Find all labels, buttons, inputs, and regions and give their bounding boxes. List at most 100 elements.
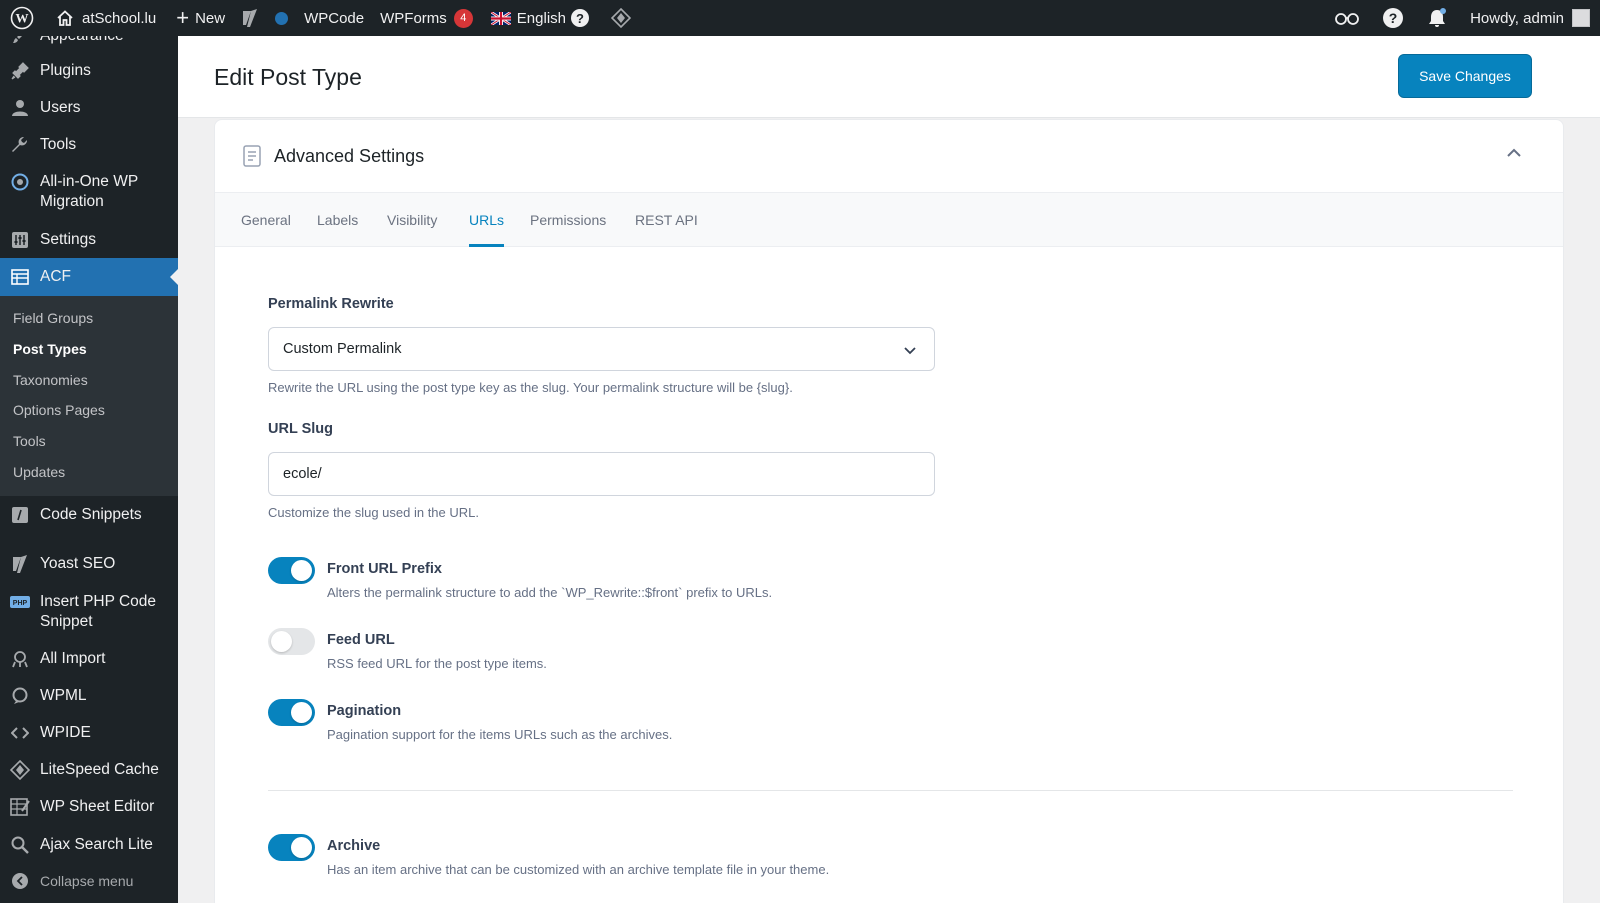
language-switcher[interactable]: English ? — [481, 0, 597, 36]
section-divider — [268, 790, 1513, 791]
sidebar-item-label: Collapse menu — [40, 873, 134, 889]
front-url-prefix-toggle[interactable] — [268, 557, 315, 584]
litespeed-icon — [10, 760, 30, 780]
wpforms-label: WPForms — [380, 9, 447, 27]
sidebar-item-label: Yoast SEO — [40, 555, 116, 572]
sidebar-item-label: WP Sheet Editor — [40, 798, 155, 815]
sidebar-item-label: Tools — [40, 136, 77, 153]
tab-urls[interactable]: URLs — [469, 193, 505, 247]
panel-title: Advanced Settings — [274, 145, 425, 166]
submenu-item-taxonomies[interactable]: Taxonomies — [13, 372, 88, 388]
sidebar-item-acf[interactable]: ACF — [0, 258, 178, 296]
page-title: Edit Post Type — [214, 64, 362, 90]
submenu-item-options-pages[interactable]: Options Pages — [13, 402, 105, 418]
tab-general[interactable]: General — [241, 193, 291, 247]
feed-url-toggle[interactable] — [268, 628, 315, 655]
feed-url-desc: RSS feed URL for the post type items. — [327, 656, 547, 671]
sidebar-item-all-import[interactable]: All Import — [0, 649, 178, 669]
sidebar-item-label: Appearance — [40, 36, 178, 46]
status-dot-icon[interactable] — [267, 0, 296, 36]
submenu-item-updates[interactable]: Updates — [13, 464, 65, 480]
yoast-adminbar-icon[interactable] — [233, 0, 267, 36]
wpcode-link[interactable]: WPCode — [296, 0, 372, 36]
settings-tabs: General Labels Visibility URLs Permissio… — [215, 192, 1563, 247]
search-icon — [10, 835, 30, 855]
feed-url-title: Feed URL — [327, 632, 395, 648]
front-url-prefix-desc: Alters the permalink structure to add th… — [327, 585, 773, 600]
panel-header[interactable]: Advanced Settings — [215, 120, 1563, 192]
sidebar-item-wpide[interactable]: WPIDE — [0, 723, 178, 743]
submenu-item-tools[interactable]: Tools — [13, 433, 46, 449]
chevron-up-icon[interactable] — [1505, 144, 1523, 167]
front-url-prefix-title: Front URL Prefix — [327, 561, 442, 577]
avatar — [1572, 9, 1590, 27]
sidebar-item-all-in-one-wp-migration[interactable]: All-in-One WP Migration — [0, 172, 178, 212]
migration-icon — [10, 172, 30, 192]
url-slug-input[interactable]: ecole/ — [268, 452, 935, 496]
acf-submenu: Field Groups Post Types Taxonomies Optio… — [0, 296, 178, 496]
toggle-knob — [291, 702, 312, 723]
new-content-link[interactable]: + New — [164, 0, 233, 36]
sidebar-item-litespeed-cache[interactable]: LiteSpeed Cache — [0, 760, 178, 780]
sidebar-item-label: WPML — [40, 687, 87, 704]
sidebar-item-ajax-search-lite[interactable]: Ajax Search Lite — [0, 835, 178, 855]
document-icon — [242, 145, 262, 167]
sidebar-item-appearance[interactable]: Appearance — [0, 36, 178, 46]
pagination-toggle[interactable] — [268, 699, 315, 726]
archive-title: Archive — [327, 838, 381, 854]
sidebar-item-label: LiteSpeed Cache — [40, 761, 159, 778]
help-icon[interactable]: ? — [1374, 0, 1418, 36]
sidebar-item-label: Code Snippets — [40, 506, 142, 523]
tab-visibility[interactable]: Visibility — [387, 193, 437, 247]
sidebar-item-label: Insert PHP Code Snippet — [40, 593, 157, 630]
wpforms-link[interactable]: WPForms 4 — [372, 0, 481, 36]
notifications-bell-icon[interactable] — [1418, 0, 1462, 36]
tab-rest-api[interactable]: REST API — [635, 193, 698, 247]
wrench-icon — [10, 135, 30, 155]
sidebar-item-yoast-seo[interactable]: Yoast SEO — [0, 554, 178, 574]
admin-bar: W atSchool.lu + New WPCode WPForms 4 Eng… — [0, 0, 1600, 36]
save-changes-button[interactable]: Save Changes — [1398, 54, 1532, 98]
code-icon — [10, 723, 30, 743]
submenu-item-post-types[interactable]: Post Types — [13, 341, 87, 357]
sidebar-item-collapse-menu[interactable]: Collapse menu — [0, 871, 178, 891]
url-slug-label: URL Slug — [268, 421, 333, 437]
tab-permissions[interactable]: Permissions — [530, 193, 606, 247]
litespeed-adminbar-icon[interactable] — [597, 0, 639, 36]
sidebar-item-label: Settings — [40, 231, 97, 248]
sidebar-item-settings[interactable]: Settings — [0, 230, 178, 250]
sidebar-item-label: WPIDE — [40, 724, 91, 741]
sidebar-item-label: All-in-One WP Migration — [40, 173, 138, 210]
sidebar-item-wp-sheet-editor[interactable]: WP Sheet Editor — [0, 797, 178, 817]
permalink-rewrite-value: Custom Permalink — [283, 341, 402, 357]
sidebar-item-label: Users — [40, 99, 81, 116]
svg-text:?: ? — [1389, 10, 1398, 26]
sidebar-item-label: ACF — [40, 268, 71, 285]
sidebar-item-insert-php-code-snippet[interactable]: PHP Insert PHP Code Snippet — [0, 592, 178, 632]
submenu-item-field-groups[interactable]: Field Groups — [13, 310, 93, 326]
permalink-rewrite-select[interactable]: Custom Permalink — [268, 327, 935, 371]
sidebar-item-plugins[interactable]: Plugins — [0, 61, 178, 81]
howdy-label: Howdy, admin — [1470, 9, 1564, 27]
sidebar-item-tools[interactable]: Tools — [0, 135, 178, 155]
wordpress-logo-icon[interactable]: W — [0, 0, 42, 36]
tab-labels[interactable]: Labels — [317, 193, 358, 247]
reading-glasses-icon[interactable] — [1326, 0, 1374, 36]
site-name: atSchool.lu — [82, 9, 157, 27]
archive-toggle[interactable] — [268, 834, 315, 861]
user-account-menu[interactable]: Howdy, admin — [1462, 0, 1600, 36]
toggle-knob — [291, 837, 312, 858]
sidebar-item-code-snippets[interactable]: Code Snippets — [0, 505, 178, 525]
uk-flag-icon — [490, 11, 511, 25]
new-label: New — [195, 9, 226, 27]
site-name-link[interactable]: atSchool.lu — [42, 0, 164, 36]
permalink-rewrite-help: Rewrite the URL using the post type key … — [268, 380, 793, 395]
plugin-icon — [10, 61, 30, 81]
sidebar-item-wpml[interactable]: WPML — [0, 686, 178, 706]
url-slug-value: ecole/ — [283, 466, 322, 482]
svg-text:PHP: PHP — [13, 600, 28, 607]
archive-desc: Has an item archive that can be customiz… — [327, 862, 830, 877]
sidebar-item-label: Plugins — [40, 62, 91, 79]
toggle-knob — [291, 560, 312, 581]
sidebar-item-users[interactable]: Users — [0, 98, 178, 118]
